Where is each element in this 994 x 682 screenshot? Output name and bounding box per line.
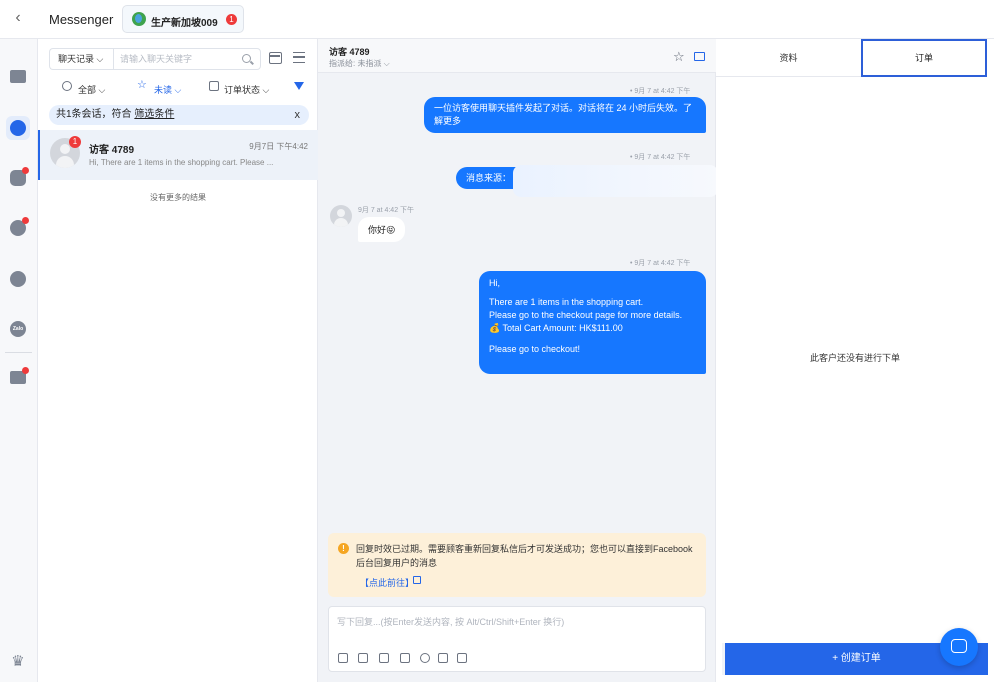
tab-orders[interactable]: 订单: [861, 39, 987, 77]
expired-warning: ! 回复时效已过期。需要顾客重新回复私信后才可发送成功；您也可以直接到Faceb…: [328, 533, 706, 597]
rail-item-whatsapp[interactable]: [6, 216, 30, 240]
unread-badge: 1: [69, 136, 81, 148]
funnel-icon[interactable]: [294, 82, 304, 90]
message-line: 💰 Total Cart Amount: HK$111.00: [489, 323, 623, 333]
message-timestamp: 9月 7 at 4:42 下午: [358, 207, 415, 214]
message-bubble-incoming: 你好😝: [358, 217, 406, 242]
star-icon[interactable]: ☆: [673, 50, 685, 63]
message-timestamp: • 9月 7 at 4:42 下午: [630, 88, 691, 95]
crown-icon[interactable]: ♛: [8, 654, 28, 669]
result-summary: 共1条会话，符合 筛选条件 x: [49, 105, 309, 125]
filter-bar: 全部 ⌵ ☆ 未读 ⌵ 订单状态 ⌵: [49, 80, 309, 98]
close-icon[interactable]: x: [295, 105, 301, 125]
message-line: Hi,: [489, 278, 500, 288]
search-input[interactable]: [113, 48, 261, 70]
support-chat-button[interactable]: [940, 628, 978, 666]
filter-unread[interactable]: 未读 ⌵: [154, 83, 181, 96]
conversation-time: 9月7日 下午4:42: [249, 142, 308, 151]
tab-profile[interactable]: 资料: [716, 39, 861, 77]
telegram-icon: [10, 271, 26, 287]
rail-item-instagram[interactable]: [6, 166, 30, 190]
quick-reply-icon[interactable]: [379, 653, 389, 663]
rail-item-telegram[interactable]: [6, 267, 30, 291]
rail-item-shop[interactable]: [6, 65, 30, 89]
message-line: Please go to checkout!: [489, 344, 581, 354]
message-timestamp: • 9月 7 at 4:42 下午: [630, 154, 691, 161]
messenger-icon: [10, 120, 26, 136]
chat-panel: 访客 4789 指派给: 未指派 ⌵ ☆ • 9月 7 at 4:42 下午 一…: [318, 39, 718, 682]
empty-orders-text: 此客户还没有进行下单: [809, 353, 900, 363]
assignee-select[interactable]: 指派给: 未指派 ⌵: [329, 58, 390, 69]
filter-all[interactable]: 全部 ⌵: [78, 83, 105, 96]
mail-icon[interactable]: [694, 52, 705, 61]
blurred-content: [513, 165, 718, 197]
product-icon[interactable]: [338, 653, 348, 663]
avatar: [330, 205, 352, 227]
chat-header: 访客 4789 指派给: 未指派 ⌵ ☆: [318, 39, 716, 73]
folder-icon[interactable]: [457, 653, 467, 663]
message-timestamp: • 9月 7 at 4:42 下午: [630, 260, 691, 267]
external-link-icon[interactable]: [413, 576, 421, 584]
calendar-icon[interactable]: [269, 52, 282, 64]
result-text: 共1条会话，符合: [56, 109, 135, 120]
rail-item-gallery[interactable]: [6, 366, 30, 390]
conversation-name: 访客 4789: [89, 145, 135, 156]
order-icon: [209, 81, 219, 91]
message-bubble-outgoing: Hi, There are 1 items in the shopping ca…: [479, 271, 706, 374]
warning-icon: !: [338, 543, 349, 554]
rail-divider: [5, 352, 32, 353]
emoji-icon[interactable]: [420, 653, 430, 663]
rail-item-zalo[interactable]: Zalo: [6, 317, 30, 341]
channel-rail: Zalo ♛: [0, 39, 38, 682]
search-icon[interactable]: [242, 54, 251, 63]
conversation-item[interactable]: 1 访客 4789 9月7日 下午4:42 Hi, There are 1 it…: [38, 130, 318, 180]
warning-text: 回复时效已过期。需要顾客重新回复私信后才可发送成功；您也可以直接到Faceboo…: [356, 544, 693, 568]
star-icon: ☆: [137, 79, 147, 91]
template-icon[interactable]: [400, 653, 410, 663]
app-title: Messenger: [49, 12, 114, 27]
no-more-results: 没有更多的结果: [150, 193, 206, 202]
notification-dot: [22, 167, 29, 174]
image-upload-icon[interactable]: [438, 653, 448, 663]
globe-icon: [132, 12, 146, 26]
top-bar: ‹ Messenger 生产新加坡009 1: [0, 0, 994, 39]
filter-order-status[interactable]: 订单状态 ⌵: [224, 83, 269, 96]
search-type-select[interactable]: 聊天记录 ⌵: [49, 48, 113, 70]
details-panel: 资料 订单 此客户还没有进行下单 + 创建订单: [716, 39, 994, 682]
conversation-list-panel: 聊天记录 ⌵ 全部 ⌵ ☆ 未读 ⌵ 订单状态 ⌵ 共1条会话，符合 筛选条件 …: [38, 39, 318, 682]
rail-item-messenger[interactable]: [6, 116, 30, 140]
list-view-icon[interactable]: [293, 52, 305, 63]
cart-icon[interactable]: [358, 653, 368, 663]
page-unread-badge: 1: [226, 14, 237, 25]
chat-bubble-icon: [951, 639, 967, 653]
message-line: There are 1 items in the shopping cart.: [489, 297, 644, 307]
message-bubble-outgoing: 一位访客使用聊天插件发起了对话。对话将在 24 小时后失效。了解更多: [424, 97, 706, 133]
zalo-icon: Zalo: [10, 321, 26, 337]
notification-dot: [22, 367, 29, 374]
person-icon: [62, 81, 72, 91]
conversation-preview: Hi, There are 1 items in the shopping ca…: [89, 158, 274, 167]
go-to-facebook-link[interactable]: 【点此前往】: [360, 576, 414, 589]
message-line: Please go to the checkout page for more …: [489, 310, 683, 320]
chevron-left-icon[interactable]: ‹: [10, 10, 26, 26]
chat-contact-name: 访客 4789: [329, 47, 370, 57]
page-tab[interactable]: 生产新加坡009 1: [122, 5, 244, 33]
page-tab-label: 生产新加坡009: [151, 18, 218, 29]
notification-dot: [22, 217, 29, 224]
store-icon: [10, 70, 26, 83]
filter-conditions-link[interactable]: 筛选条件: [134, 109, 174, 120]
